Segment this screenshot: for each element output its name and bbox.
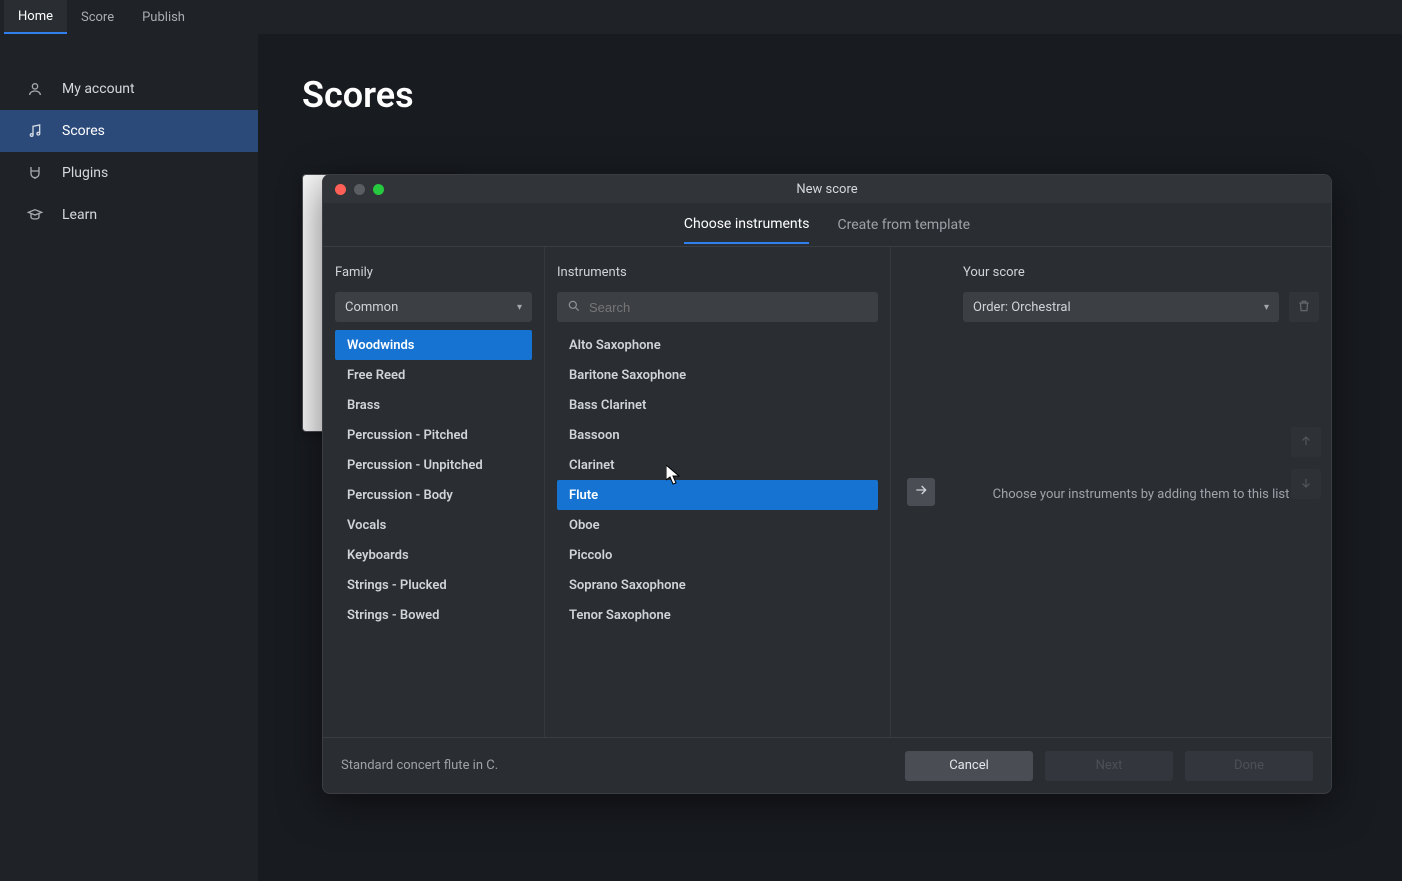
plugin-icon <box>26 164 44 182</box>
sidebar-item-label: Scores <box>62 123 105 139</box>
score-order-value: Order: Orchestral <box>973 300 1071 315</box>
zoom-dot[interactable] <box>373 184 384 195</box>
tab-create-from-template[interactable]: Create from template <box>837 207 970 243</box>
your-score-column: Your score Order: Orchestral ▾ Choose yo… <box>951 247 1331 737</box>
topnav-score[interactable]: Score <box>67 0 128 34</box>
topnav-home[interactable]: Home <box>4 0 67 34</box>
instrument-item[interactable]: Piccolo <box>557 540 878 570</box>
family-heading: Family <box>335 265 532 280</box>
sidebar-item-label: Plugins <box>62 165 108 181</box>
learn-icon <box>26 206 44 224</box>
dialog-footer: Standard concert flute in C. Cancel Next… <box>323 737 1331 793</box>
move-up-button[interactable] <box>1291 427 1321 457</box>
sidebar-item-learn[interactable]: Learn <box>0 194 258 236</box>
music-icon <box>26 122 44 140</box>
sidebar-item-my-account[interactable]: My account <box>0 68 258 110</box>
family-item-free-reed[interactable]: Free Reed <box>335 360 532 390</box>
your-score-heading: Your score <box>963 265 1319 280</box>
family-item-strings-bowed[interactable]: Strings - Bowed <box>335 600 532 630</box>
family-item-percussion-body[interactable]: Percussion - Body <box>335 480 532 510</box>
instrument-item[interactable]: Flute <box>557 480 878 510</box>
close-dot[interactable] <box>335 184 346 195</box>
instrument-item[interactable]: Bass Clarinet <box>557 390 878 420</box>
remove-instrument-button[interactable] <box>1289 292 1319 322</box>
sidebar-item-label: My account <box>62 81 135 97</box>
done-button[interactable]: Done <box>1185 751 1313 781</box>
trash-icon <box>1297 298 1311 317</box>
sidebar-item-label: Learn <box>62 207 97 223</box>
window-traffic-lights <box>335 184 384 195</box>
family-column: Family Common ▾ Woodwinds Free Reed Bras… <box>323 247 545 737</box>
chevron-down-icon: ▾ <box>1264 302 1269 313</box>
instrument-item[interactable]: Bassoon <box>557 420 878 450</box>
dialog-titlebar: New score <box>323 175 1331 203</box>
new-score-dialog: New score Choose instruments Create from… <box>322 174 1332 794</box>
instruments-list: Alto Saxophone Baritone Saxophone Bass C… <box>557 330 878 630</box>
instruments-search[interactable] <box>557 292 878 322</box>
user-icon <box>26 80 44 98</box>
page-title: Scores <box>302 74 1358 116</box>
chevron-down-icon: ▾ <box>517 302 522 313</box>
family-item-brass[interactable]: Brass <box>335 390 532 420</box>
instruments-column: Instruments Alto Saxophone Baritone Saxo… <box>545 247 891 737</box>
family-item-strings-plucked[interactable]: Strings - Plucked <box>335 570 532 600</box>
instrument-item[interactable]: Tenor Saxophone <box>557 600 878 630</box>
dialog-tabs: Choose instruments Create from template <box>323 203 1331 247</box>
family-list: Woodwinds Free Reed Brass Percussion - P… <box>335 330 532 630</box>
instrument-item[interactable]: Oboe <box>557 510 878 540</box>
add-instrument-button[interactable] <box>907 478 935 506</box>
instrument-item[interactable]: Alto Saxophone <box>557 330 878 360</box>
add-column <box>891 247 951 737</box>
dialog-body: Family Common ▾ Woodwinds Free Reed Bras… <box>323 247 1331 737</box>
instruments-search-input[interactable] <box>589 300 868 315</box>
family-item-vocals[interactable]: Vocals <box>335 510 532 540</box>
top-nav: Home Score Publish <box>0 0 1402 34</box>
family-filter-select[interactable]: Common ▾ <box>335 292 532 322</box>
minimize-dot[interactable] <box>354 184 365 195</box>
instruments-heading: Instruments <box>557 265 878 280</box>
cancel-button[interactable]: Cancel <box>905 751 1033 781</box>
your-score-empty-text: Choose your instruments by adding them t… <box>951 487 1331 502</box>
tab-choose-instruments[interactable]: Choose instruments <box>684 206 810 244</box>
next-button[interactable]: Next <box>1045 751 1173 781</box>
family-item-keyboards[interactable]: Keyboards <box>335 540 532 570</box>
topnav-publish[interactable]: Publish <box>128 0 199 34</box>
arrow-right-icon <box>913 482 929 502</box>
family-item-percussion-pitched[interactable]: Percussion - Pitched <box>335 420 532 450</box>
arrow-up-icon <box>1299 433 1313 452</box>
score-order-select[interactable]: Order: Orchestral ▾ <box>963 292 1279 322</box>
family-item-woodwinds[interactable]: Woodwinds <box>335 330 532 360</box>
family-filter-value: Common <box>345 300 398 315</box>
selected-instrument-description: Standard concert flute in C. <box>341 758 893 773</box>
arrow-down-icon <box>1299 475 1313 494</box>
instrument-item[interactable]: Clarinet <box>557 450 878 480</box>
family-item-percussion-unpitched[interactable]: Percussion - Unpitched <box>335 450 532 480</box>
sidebar-item-scores[interactable]: Scores <box>0 110 258 152</box>
sidebar-item-plugins[interactable]: Plugins <box>0 152 258 194</box>
move-down-button[interactable] <box>1291 469 1321 499</box>
instrument-item[interactable]: Baritone Saxophone <box>557 360 878 390</box>
instrument-item[interactable]: Soprano Saxophone <box>557 570 878 600</box>
search-icon <box>567 298 581 317</box>
dialog-title: New score <box>323 182 1331 197</box>
sidebar: My account Scores Plugins Learn <box>0 34 258 881</box>
